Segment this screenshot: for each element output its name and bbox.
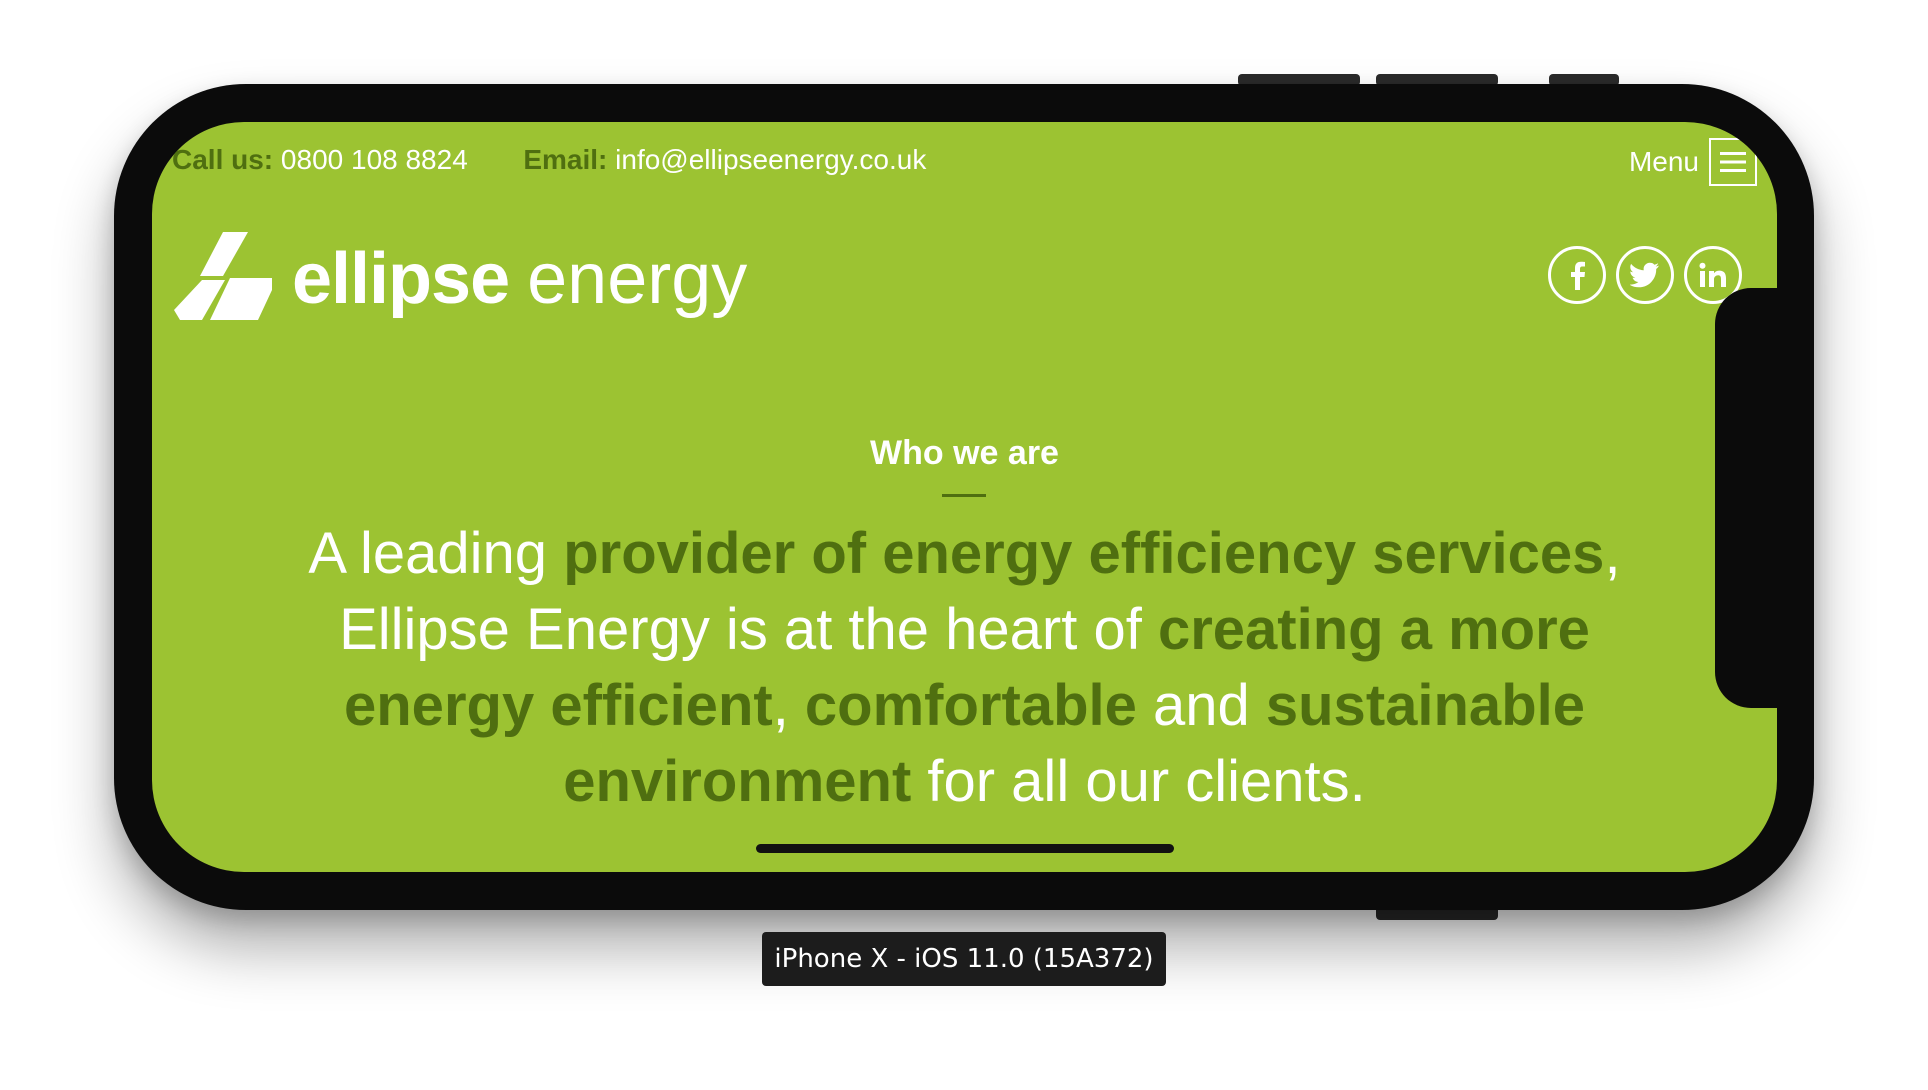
brand-logo[interactable]: ellipse energy xyxy=(172,230,747,327)
simulator-stage: Call us: 0800 108 8824 Email: info@ellip… xyxy=(0,0,1928,1090)
phone-screen: Call us: 0800 108 8824 Email: info@ellip… xyxy=(152,122,1777,872)
twitter-icon[interactable] xyxy=(1616,246,1674,304)
menu-label: Menu xyxy=(1628,146,1699,177)
facebook-icon[interactable] xyxy=(1548,246,1606,304)
email-link[interactable]: info@ellipseenergy.co.uk xyxy=(615,144,926,175)
email-label: Email: xyxy=(523,144,608,175)
headline-part: and xyxy=(1136,673,1266,738)
home-indicator[interactable] xyxy=(756,844,1174,853)
headline-part: A leading xyxy=(308,521,564,586)
sensor-notch xyxy=(1715,288,1805,708)
headline-highlight: comfortable xyxy=(804,673,1137,738)
headline-highlight: provider of energy efficiency services xyxy=(563,521,1605,586)
logo-text-light: energy xyxy=(527,238,748,319)
hamburger-icon xyxy=(1709,138,1757,186)
headline-part: for all our clients. xyxy=(911,749,1366,814)
phone-link[interactable]: 0800 108 8824 xyxy=(281,144,468,175)
logo-mark-icon xyxy=(172,230,274,327)
section-kicker: Who we are xyxy=(870,434,1059,472)
menu-button[interactable]: Menu xyxy=(1629,138,1757,186)
kicker-divider xyxy=(942,494,986,497)
call-label: Call us: xyxy=(172,144,274,175)
contact-bar: Call us: 0800 108 8824 Email: info@ellip… xyxy=(172,144,926,176)
device-label: iPhone X - iOS 11.0 (15A372) xyxy=(762,932,1166,986)
hero-headline: A leading provider of energy efficiency … xyxy=(252,516,1677,820)
headline-part: , xyxy=(772,673,805,738)
logo-text-bold: ellipse xyxy=(292,238,510,319)
social-links xyxy=(1548,246,1742,304)
